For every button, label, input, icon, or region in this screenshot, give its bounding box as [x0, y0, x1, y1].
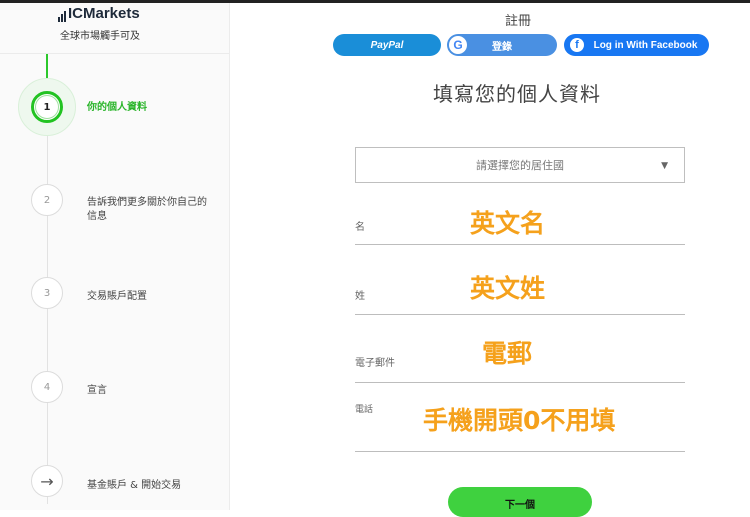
step-1-label: 你的個人資料 — [87, 102, 147, 113]
arrow-right-icon: → — [31, 465, 63, 497]
sidebar-divider — [0, 53, 229, 54]
step-5-label: 基金賬戶 & 開始交易 — [87, 480, 182, 491]
logo-ic-text: IC — [68, 5, 83, 22]
email-annotation: 電郵 — [482, 339, 533, 368]
first-name-annotation: 英文名 — [470, 209, 546, 238]
phone-field[interactable]: 電話 手機開頭0不用填 — [355, 398, 685, 452]
next-button[interactable]: 下一個 — [448, 487, 592, 517]
facebook-label: Log in With Facebook — [593, 39, 698, 51]
ic-markets-logo[interactable]: IC Markets — [58, 5, 140, 22]
step-3-circle: 3 — [31, 277, 63, 309]
last-name-label: 姓 — [355, 291, 365, 302]
caret-down-icon: ▼ — [661, 161, 668, 171]
country-select-placeholder: 請選擇您的居住國 — [476, 159, 564, 172]
google-login-button[interactable]: G 登錄 — [447, 34, 557, 56]
step-2-circle: 2 — [31, 184, 63, 216]
first-name-field[interactable]: 名 英文名 — [355, 200, 685, 245]
first-name-label: 名 — [355, 222, 365, 233]
form-title: 填寫您的個人資料 — [433, 82, 601, 106]
sidebar: IC Markets 全球市場觸手可及 1 你的個人資料 2 告訴我們更多關於你自… — [0, 3, 230, 510]
last-name-field[interactable]: 姓 英文姓 — [355, 266, 685, 315]
register-title: 註冊 — [505, 14, 532, 29]
paypal-label: PayPal — [370, 39, 404, 51]
email-field[interactable]: 電子郵件 電郵 — [355, 332, 685, 383]
country-select[interactable]: 請選擇您的居住國 ▼ — [355, 147, 685, 183]
next-button-label: 下一個 — [505, 500, 535, 511]
logo-bars-icon — [58, 10, 66, 22]
facebook-icon: f — [570, 38, 584, 52]
last-name-annotation: 英文姓 — [470, 274, 546, 303]
phone-annotation: 手機開頭0不用填 — [423, 406, 616, 435]
tagline: 全球市場觸手可及 — [60, 31, 140, 42]
logo-text: Markets — [83, 5, 140, 22]
step-3-label: 交易賬戶配置 — [87, 291, 147, 302]
paypal-button[interactable]: PayPal — [333, 34, 441, 56]
facebook-login-button[interactable]: f Log in With Facebook — [564, 34, 709, 56]
step-4-circle: 4 — [31, 371, 63, 403]
step-1-circle: 1 — [31, 91, 63, 123]
phone-label: 電話 — [355, 405, 374, 415]
step-4-label: 宣言 — [87, 385, 107, 396]
google-label: 登錄 — [492, 41, 512, 53]
step-2-label: 告訴我們更多關於你自己的信息 — [87, 197, 207, 222]
email-label: 電子郵件 — [355, 358, 395, 369]
google-icon: G — [449, 36, 467, 54]
